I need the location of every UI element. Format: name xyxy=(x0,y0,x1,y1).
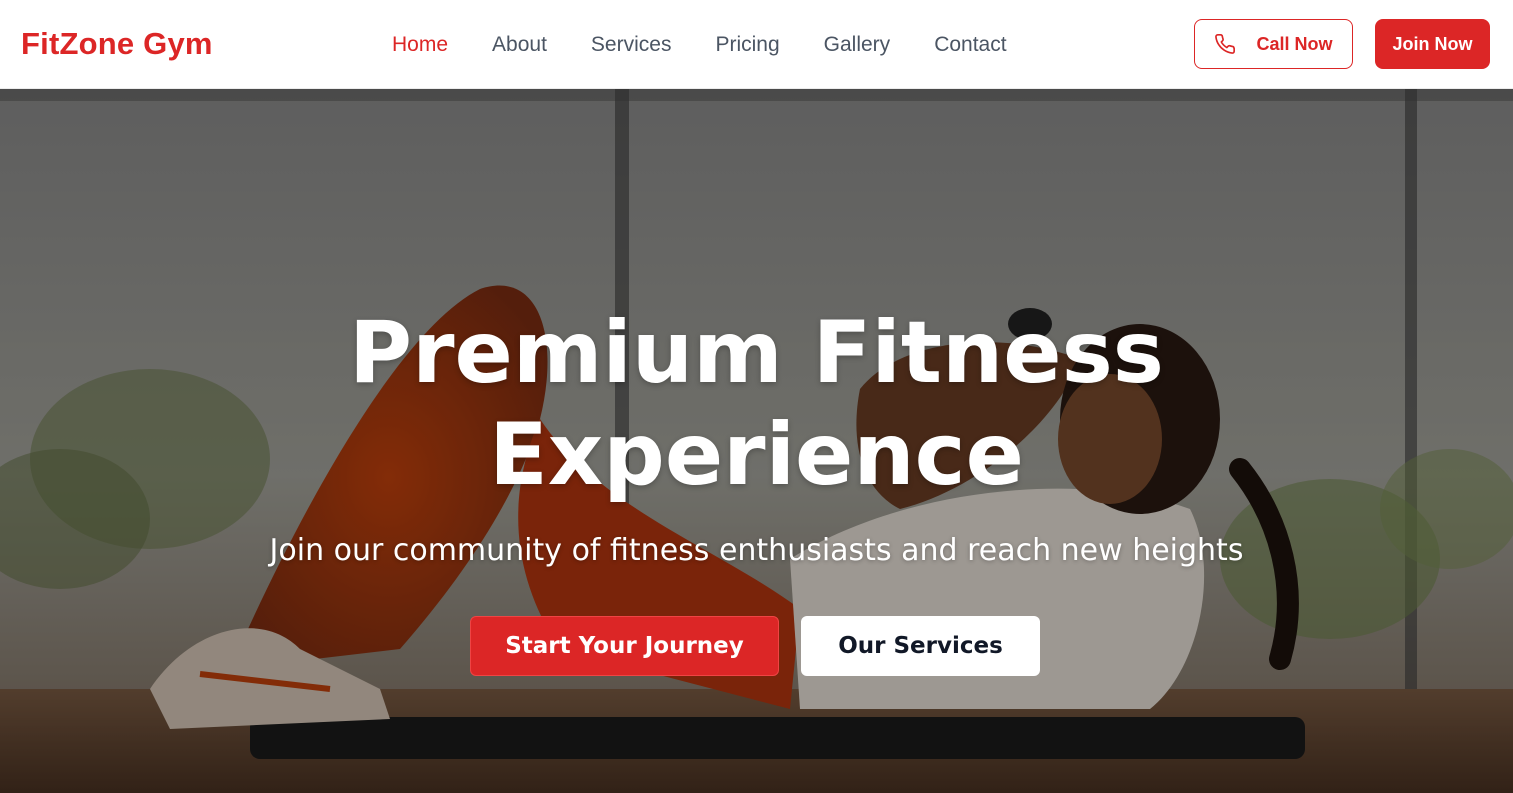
site-header: FitZone Gym Home About Services Pricing … xyxy=(0,0,1513,89)
hero-subtitle: Join our community of fitness enthusiast… xyxy=(269,533,1244,568)
main-nav: Home About Services Pricing Gallery Cont… xyxy=(392,0,1051,89)
hero-section: Premium Fitness Experience Join our comm… xyxy=(0,89,1513,793)
call-now-button[interactable]: Call Now xyxy=(1194,19,1353,69)
nav-link-services[interactable]: Services xyxy=(591,33,672,57)
hero-title-line1: Premium Fitness xyxy=(349,303,1164,403)
nav-link-about[interactable]: About xyxy=(492,33,547,57)
nav-link-contact[interactable]: Contact xyxy=(934,33,1006,57)
phone-icon xyxy=(1214,33,1236,55)
brand-logo[interactable]: FitZone Gym xyxy=(21,26,213,62)
start-journey-button[interactable]: Start Your Journey xyxy=(470,616,779,676)
nav-link-pricing[interactable]: Pricing xyxy=(715,33,779,57)
our-services-button[interactable]: Our Services xyxy=(801,616,1040,676)
nav-link-gallery[interactable]: Gallery xyxy=(824,33,891,57)
nav-link-home[interactable]: Home xyxy=(392,33,448,57)
hero-title-line2: Experience xyxy=(489,405,1024,505)
join-now-button[interactable]: Join Now xyxy=(1375,19,1490,69)
call-now-label: Call Now xyxy=(1256,33,1333,54)
